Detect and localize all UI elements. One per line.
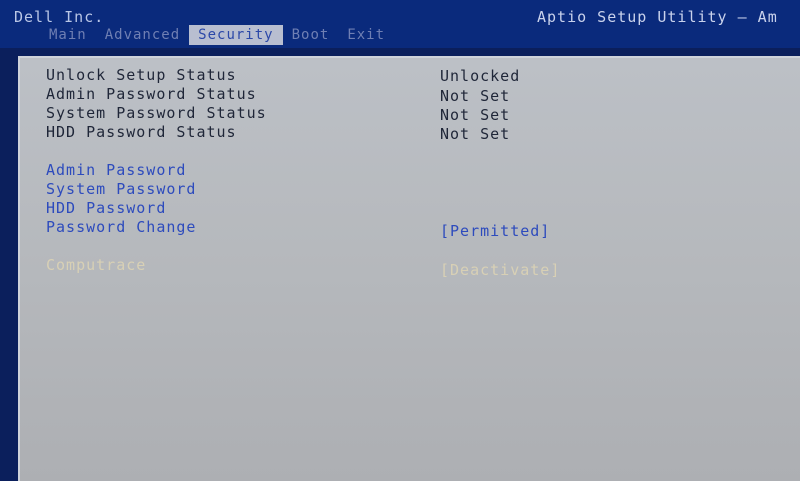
tab-exit[interactable]: Exit bbox=[338, 25, 394, 45]
status-value-admin-password: Not Set bbox=[440, 87, 511, 105]
status-value-system-password: Not Set bbox=[440, 106, 511, 124]
tab-advanced[interactable]: Advanced bbox=[96, 25, 189, 45]
tab-main[interactable]: Main bbox=[40, 25, 96, 45]
security-panel: Unlock Setup Status Unlocked Admin Passw… bbox=[18, 56, 800, 481]
tab-bar: Main Advanced Security Boot Exit bbox=[40, 25, 394, 45]
status-label-unlock-setup: Unlock Setup Status bbox=[46, 66, 237, 84]
header-bar: Dell Inc. Aptio Setup Utility – Am Main … bbox=[0, 0, 800, 48]
option-admin-password[interactable]: Admin Password bbox=[46, 161, 186, 179]
status-label-hdd-password: HDD Password Status bbox=[46, 123, 237, 141]
status-label-admin-password: Admin Password Status bbox=[46, 85, 257, 103]
status-label-system-password: System Password Status bbox=[46, 104, 267, 122]
option-password-change[interactable]: Password Change bbox=[46, 218, 196, 236]
option-computrace: Computrace bbox=[46, 256, 147, 274]
status-value-hdd-password: Not Set bbox=[440, 125, 511, 143]
option-computrace-value: [Deactivate] bbox=[440, 261, 561, 279]
option-password-change-value[interactable]: [Permitted] bbox=[440, 222, 550, 240]
utility-title: Aptio Setup Utility – Am bbox=[537, 8, 778, 26]
option-hdd-password[interactable]: HDD Password bbox=[46, 199, 166, 217]
tab-security[interactable]: Security bbox=[189, 25, 283, 45]
option-system-password[interactable]: System Password bbox=[46, 180, 196, 198]
tab-boot[interactable]: Boot bbox=[283, 25, 339, 45]
status-value-unlock-setup: Unlocked bbox=[440, 67, 521, 85]
vendor-name: Dell Inc. bbox=[14, 8, 105, 26]
